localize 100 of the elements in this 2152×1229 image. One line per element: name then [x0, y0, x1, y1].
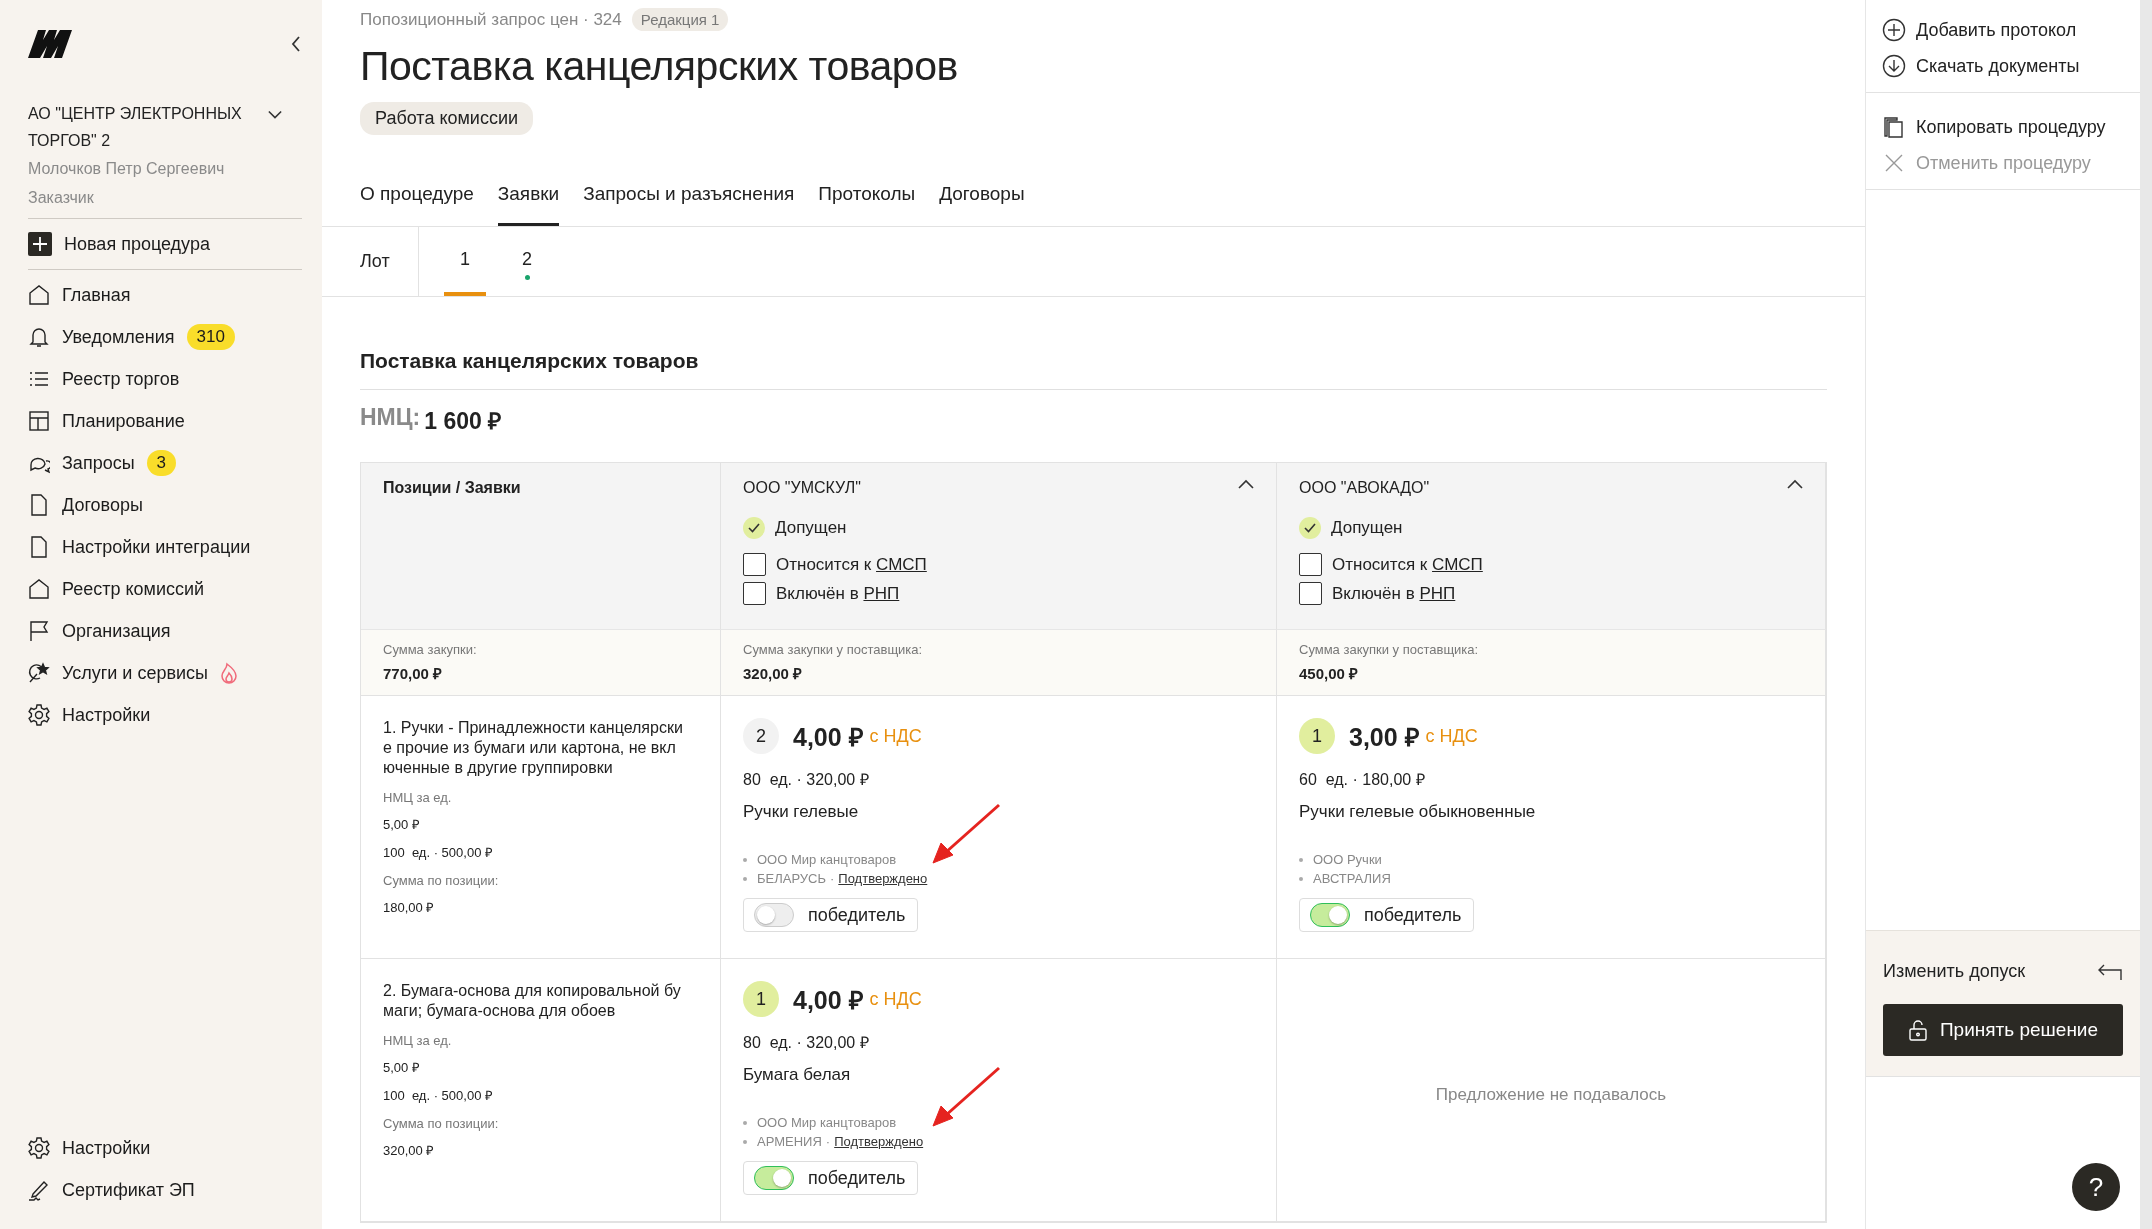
offer-name: Ручки гелевые: [743, 802, 860, 822]
confirmed-link[interactable]: Подтверждено: [838, 871, 928, 886]
count-badge: 3: [146, 450, 177, 476]
lot-tab[interactable]: 1: [444, 227, 486, 296]
rank-badge: 1: [1299, 718, 1335, 754]
checkbox[interactable]: [743, 553, 766, 576]
position-title: 2. Бумага-основа для копировальной бумаги; бумага-основа для обоев: [383, 981, 682, 1021]
tab[interactable]: Протоколы: [818, 173, 916, 226]
copy-icon: [1882, 115, 1906, 139]
nav-item[interactable]: Настройки: [28, 1127, 302, 1169]
unit-price: 5,00 ₽: [383, 1059, 421, 1076]
nav-label: Уведомления: [62, 326, 175, 348]
nav-label: Запросы: [62, 452, 135, 474]
action-link[interactable]: Копировать процедуру: [1882, 115, 2124, 139]
winner-toggle[interactable]: победитель: [743, 898, 919, 932]
nav-item[interactable]: Реестр торгов: [28, 358, 302, 400]
nav-item[interactable]: Организация: [28, 610, 302, 652]
lot-label: Лот: [322, 227, 419, 296]
home-icon: [28, 578, 50, 600]
collapse-chevron-icon[interactable]: [290, 35, 302, 53]
nav-item[interactable]: Уведомления 310: [28, 316, 302, 358]
plus-icon: [28, 232, 52, 256]
nav-item[interactable]: Планирование: [28, 400, 302, 442]
position-sum: 180,00 ₽: [383, 899, 436, 916]
organization-name: АО "ЦЕНТР ЭЛЕКТРОННЫХ ТОРГОВ" 2: [28, 104, 243, 151]
nmc-value: 1 600 ₽: [424, 407, 502, 436]
tab[interactable]: О процедуре: [360, 173, 474, 226]
link[interactable]: РНП: [863, 583, 900, 603]
separator-dot: ·: [825, 1134, 831, 1149]
tab[interactable]: Договоры: [939, 173, 1025, 226]
count-badge: 310: [186, 324, 235, 350]
checkbox-label: Относится к СМСП: [776, 554, 927, 575]
confirmed-link[interactable]: Подтверждено: [834, 1134, 924, 1149]
no-offer-text: Предложение не подавалось: [1435, 1085, 1667, 1105]
offer-quantity: 80 ед. · 320,00 ₽: [743, 1033, 870, 1053]
nav-item[interactable]: Настройки интеграции: [28, 526, 302, 568]
unit-price-label: НМЦ за ед.: [383, 1033, 453, 1048]
flag-icon: [28, 620, 50, 642]
settings-icon: [28, 704, 50, 726]
chevron-down-icon[interactable]: [268, 110, 282, 120]
tab[interactable]: Запросы и разъяснения: [583, 173, 795, 226]
nav-label: Настройки интеграции: [62, 536, 251, 558]
chevron-up-icon[interactable]: [1238, 479, 1254, 489]
nav-label: Реестр торгов: [62, 368, 180, 390]
checkbox-label: Включён в РНП: [776, 583, 900, 604]
link[interactable]: РНП: [1419, 583, 1456, 603]
checkbox[interactable]: [1299, 582, 1322, 605]
offer-price: 4,00 ₽: [793, 985, 864, 1016]
logo-icon: [28, 30, 72, 58]
decision-button[interactable]: Принять решение: [1883, 1004, 2123, 1056]
nav-label: Услуги и сервисы: [62, 662, 208, 684]
new-procedure-button[interactable]: Новая процедура: [28, 219, 302, 269]
checkbox[interactable]: [743, 582, 766, 605]
nav-item[interactable]: Настройки: [28, 694, 302, 736]
signature-pen-icon: [28, 1179, 50, 1201]
nav-item[interactable]: Запросы 3: [28, 442, 302, 484]
nav-item[interactable]: Договоры: [28, 484, 302, 526]
rank-badge: 1: [743, 981, 779, 1017]
position-sum-label: Сумма по позиции:: [383, 873, 500, 888]
offer-name: Ручки гелевые обыкновенные: [1299, 802, 1537, 822]
help-button[interactable]: ?: [2072, 1163, 2120, 1211]
unit-price: 5,00 ₽: [383, 816, 421, 833]
nav-label: Организация: [62, 620, 171, 642]
nav-item[interactable]: Услуги и сервисы: [28, 652, 302, 694]
sum-label: Сумма закупки у поставщика:: [1299, 642, 1480, 657]
manufacturer: ООО Ручки: [1313, 852, 1382, 867]
document-icon: [28, 536, 50, 558]
position-sum-label: Сумма по позиции:: [383, 1116, 500, 1131]
procedure-type: Попозиционный запрос цен · 324: [360, 9, 622, 30]
admission-status: Допущен: [775, 518, 847, 538]
nav-label: Сертификат ЭП: [62, 1179, 195, 1201]
nav-item[interactable]: Реестр комиссий: [28, 568, 302, 610]
link[interactable]: СМСП: [876, 554, 927, 574]
quantity-total: 100 ед. · 500,00 ₽: [383, 844, 494, 861]
download-circle-icon: [1882, 54, 1906, 78]
document-icon: [28, 494, 50, 516]
action-link[interactable]: Скачать документы: [1882, 54, 2124, 78]
winner-toggle[interactable]: победитель: [743, 1161, 919, 1195]
change-admission-link[interactable]: Изменить допуск: [1883, 961, 2026, 982]
column-header: Позиции / Заявки: [383, 479, 522, 497]
winner-toggle[interactable]: победитель: [1299, 898, 1475, 932]
checkbox-label: Относится к СМСП: [1332, 554, 1483, 575]
checkbox[interactable]: [1299, 553, 1322, 576]
lot-tab[interactable]: 2: [506, 227, 548, 296]
return-arrow-icon[interactable]: [2097, 962, 2123, 981]
nmc-label: НМЦ:: [360, 404, 421, 432]
vat-label: с НДС: [869, 988, 922, 1010]
nav-label: Планирование: [62, 410, 185, 432]
manufacturer: ООО Мир канцтоваров: [757, 1115, 897, 1130]
link[interactable]: СМСП: [1432, 554, 1483, 574]
chevron-up-icon[interactable]: [1787, 479, 1803, 489]
checkbox-label: Включён в РНП: [1332, 583, 1456, 604]
tab[interactable]: Заявки: [497, 173, 560, 226]
layout-icon: [28, 410, 50, 432]
action-link[interactable]: Добавить протокол: [1882, 18, 2124, 42]
nav-item[interactable]: Сертификат ЭП: [28, 1169, 302, 1211]
nav-item[interactable]: Главная: [28, 274, 302, 316]
country: АРМЕНИЯ: [757, 1134, 822, 1149]
unlock-icon: [1907, 1019, 1928, 1041]
offer-quantity: 60 ед. · 180,00 ₽: [1299, 770, 1426, 790]
